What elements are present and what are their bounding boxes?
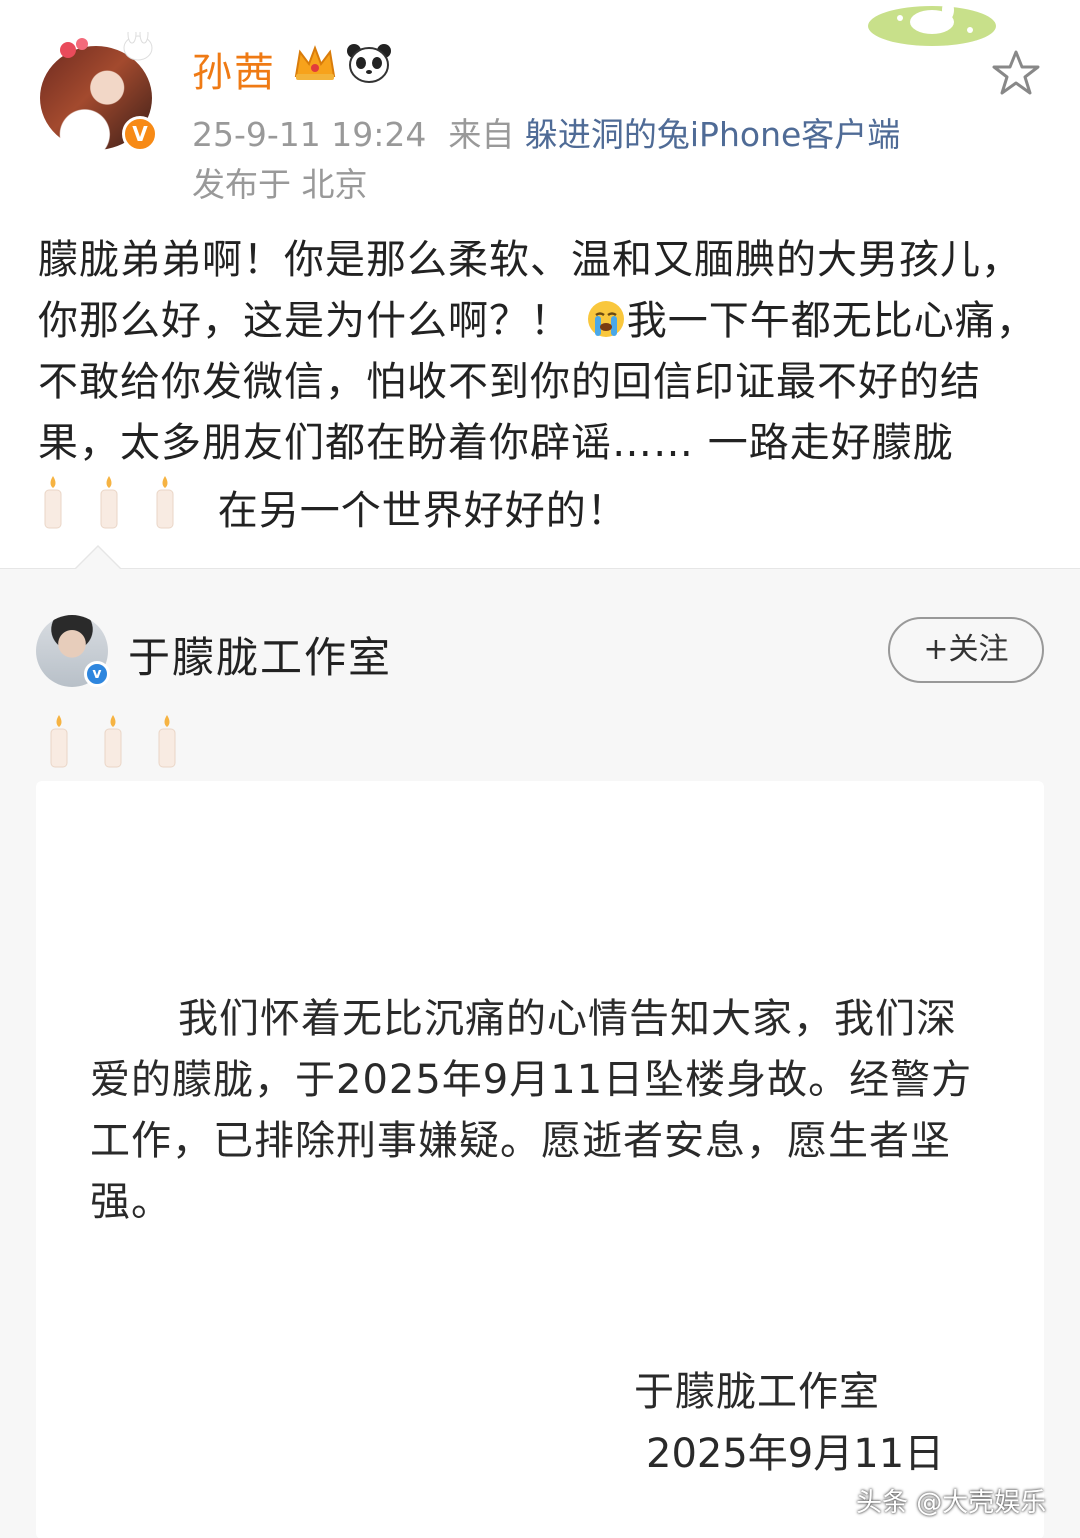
reposted-content[interactable]: v 于朦胧工作室 +关注 我们怀着无比沉痛的心情告知大家，我们深爱的朦胧，于20… <box>0 545 1080 1538</box>
post-meta: 25-9-11 19:24 来自 躲进洞的兔iPhone客户端 <box>192 108 900 156</box>
repost-author-name[interactable]: 于朦胧工作室 <box>128 624 392 685</box>
statement-text: 我们怀着无比沉痛的心情告知大家，我们深爱的朦胧，于2025年9月11日坠楼身故。… <box>90 996 973 1225</box>
post-text: 朦胧弟弟啊！你是那么柔软、温和又腼腆的大男孩儿，你那么好，这是为什么啊？！ 我一… <box>38 230 1048 542</box>
statement-image[interactable]: 我们怀着无比沉痛的心情告知大家，我们深爱的朦胧，于2025年9月11日坠楼身故。… <box>36 781 1044 1538</box>
post-timestamp: 25-9-11 19:24 <box>192 115 427 154</box>
from-label: 来自 <box>448 115 515 154</box>
author-avatar-group[interactable]: V <box>40 32 158 152</box>
crying-face-icon <box>587 301 624 337</box>
verified-badge-icon: V <box>122 116 158 152</box>
follow-button[interactable]: +关注 <box>888 617 1044 683</box>
repost-notch-inner <box>75 547 121 570</box>
blue-verified-icon: v <box>84 661 110 687</box>
candle-icon <box>44 476 174 529</box>
rabbit-sticker-icon <box>868 0 996 46</box>
author-name[interactable]: 孙茜 <box>192 40 276 98</box>
statement-date: 2025年9月11日 <box>646 1431 945 1477</box>
candle-icon <box>50 715 176 768</box>
panda-icon[interactable] <box>346 42 392 84</box>
favorite-star-icon[interactable] <box>990 48 1042 98</box>
post-location: 发布于 北京 <box>192 165 368 204</box>
watermark: 头条 @大壳娱乐 <box>856 1488 1047 1518</box>
source-link[interactable]: 躲进洞的兔iPhone客户端 <box>525 115 900 154</box>
statement-signature: 于朦胧工作室 <box>634 1369 880 1415</box>
crown-icon[interactable] <box>292 42 338 84</box>
post-text-part3: 在另一个世界好好的！ <box>217 488 628 534</box>
original-post: V 孙茜 25-9-11 19:24 来自 躲进洞的兔iPhone客户端 发布于 … <box>0 0 1080 568</box>
bunny-frame-icon <box>60 32 153 61</box>
